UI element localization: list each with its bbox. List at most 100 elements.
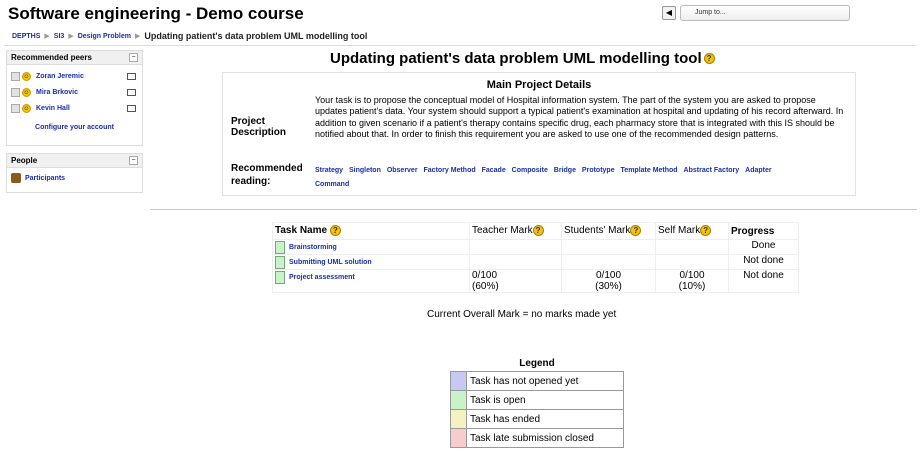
- header-teacher-mark: Teacher Mark?: [469, 222, 562, 240]
- header-students-mark: Students' Mark?: [561, 222, 656, 240]
- students-mark-cell: [561, 239, 656, 255]
- task-link[interactable]: Brainstorming: [289, 244, 337, 251]
- project-details: Main Project Details Project Description…: [222, 72, 856, 196]
- peer-link[interactable]: Zoran Jeremic: [36, 73, 127, 80]
- jump-select[interactable]: Jump to...: [680, 5, 850, 21]
- task-status-swatch: [275, 270, 285, 284]
- peer-item: ☺ Kevin Hall: [7, 100, 142, 116]
- mail-icon[interactable]: [127, 88, 136, 96]
- block-header: People −: [7, 154, 142, 168]
- help-icon[interactable]: ?: [700, 225, 712, 237]
- breadcrumb-separator-icon: ▶: [135, 33, 141, 40]
- table-row: Brainstorming Done: [272, 239, 799, 255]
- participants-label[interactable]: Participants: [25, 175, 65, 182]
- reading-label-line1: Recommended: [231, 163, 303, 174]
- smiley-icon: ☺: [22, 71, 31, 81]
- project-description: Your task is to propose the conceptual m…: [315, 95, 844, 140]
- block-header: Recommended peers −: [7, 51, 142, 65]
- legend-swatch: [450, 390, 467, 410]
- task-status-swatch: [275, 240, 285, 254]
- reading-link[interactable]: Singleton: [349, 167, 381, 174]
- recommended-reading: Strategy Singleton Observer Factory Meth…: [315, 164, 795, 192]
- participants-icon: [11, 173, 21, 183]
- reading-link[interactable]: Prototype: [582, 167, 615, 174]
- header-teacher-mark-label: Teacher Mark: [472, 225, 533, 237]
- course-title: Software engineering - Demo course: [8, 4, 304, 23]
- reading-link[interactable]: Strategy: [315, 167, 343, 174]
- mark-weight: (10%): [678, 281, 706, 292]
- collapse-icon[interactable]: −: [129, 156, 138, 165]
- legend-row: Task is open: [450, 390, 624, 410]
- description-label: Project Description: [231, 116, 286, 138]
- overall-mark: Current Overall Mark = no marks made yet: [427, 309, 617, 320]
- mark-value: 0/100: [595, 270, 622, 281]
- breadcrumb-current: Updating patient's data problem UML mode…: [144, 31, 368, 41]
- reading-link[interactable]: Adapter: [745, 167, 771, 174]
- legend-label: Task late submission closed: [466, 428, 624, 448]
- self-mark-cell: [655, 239, 729, 255]
- jump-back-icon[interactable]: ◀: [662, 6, 676, 20]
- checkbox-icon[interactable]: [11, 71, 20, 81]
- header-task-name-label: Task Name: [275, 225, 328, 237]
- reading-link[interactable]: Command: [315, 181, 349, 188]
- details-heading: Main Project Details: [486, 79, 592, 91]
- peer-link[interactable]: Kevin Hall: [36, 105, 127, 112]
- reading-label: Recommended reading:: [231, 162, 303, 188]
- legend-label: Task has not opened yet: [466, 371, 624, 391]
- breadcrumb-design-problem[interactable]: Design Problem: [78, 33, 131, 40]
- reading-link[interactable]: Factory Method: [424, 167, 476, 174]
- breadcrumb-si3[interactable]: SI3: [54, 33, 65, 40]
- table-row: Submitting UML solution Not done: [272, 254, 799, 270]
- checkbox-icon[interactable]: [11, 87, 20, 97]
- header-task-name: Task Name ?: [272, 222, 470, 240]
- collapse-icon[interactable]: −: [129, 53, 138, 62]
- reading-link[interactable]: Abstract Factory: [684, 167, 740, 174]
- self-mark-cell: 0/100 (10%): [655, 269, 729, 293]
- teacher-mark-cell: [469, 254, 562, 270]
- legend-row: Task has ended: [450, 409, 624, 429]
- mail-icon[interactable]: [127, 104, 136, 112]
- block-title: Recommended peers: [11, 53, 92, 62]
- section-divider: [150, 209, 917, 210]
- jump-menu[interactable]: ◀ Jump to...: [662, 5, 850, 21]
- progress-cell: Not done: [728, 269, 799, 293]
- page-title-text: Updating patient's data problem UML mode…: [330, 50, 702, 67]
- help-icon[interactable]: ?: [532, 225, 544, 237]
- breadcrumb-separator-icon: ▶: [44, 33, 50, 40]
- participants-link[interactable]: Participants: [7, 168, 142, 188]
- checkbox-icon[interactable]: [11, 103, 20, 113]
- people-block: People − Participants: [6, 153, 143, 193]
- breadcrumb-depths[interactable]: DEPTHS: [12, 33, 40, 40]
- task-name-cell: Project assessment: [272, 269, 470, 293]
- peer-item: ☺ Mira Brkovic: [7, 84, 142, 100]
- block-title: People: [11, 156, 38, 165]
- teacher-mark-cell: 0/100 (60%): [469, 269, 562, 293]
- task-link[interactable]: Submitting UML solution: [289, 259, 372, 266]
- mark-value: 0/100: [472, 270, 498, 281]
- teacher-mark-cell: [469, 239, 562, 255]
- task-name-cell: Brainstorming: [272, 239, 470, 255]
- peer-link[interactable]: Mira Brkovic: [36, 89, 127, 96]
- mail-icon[interactable]: [127, 72, 136, 80]
- reading-link[interactable]: Facade: [482, 167, 506, 174]
- table-header-row: Task Name ? Teacher Mark? Students' Mark…: [272, 222, 799, 240]
- reading-label-line2: reading:: [231, 176, 271, 187]
- reading-link[interactable]: Bridge: [554, 167, 576, 174]
- configure-account-link[interactable]: Configure your account: [7, 116, 142, 137]
- help-icon[interactable]: ?: [329, 225, 341, 237]
- page-title: Updating patient's data problem UML mode…: [330, 50, 715, 67]
- reading-link[interactable]: Observer: [387, 167, 418, 174]
- smiley-icon: ☺: [22, 87, 31, 97]
- recommended-peers-block: Recommended peers − ☺ Zoran Jeremic ☺ Mi…: [6, 50, 143, 146]
- legend: Legend Task has not opened yet Task is o…: [450, 358, 624, 448]
- reading-link[interactable]: Composite: [512, 167, 548, 174]
- table-row: Project assessment 0/100 (60%) 0/100 (30%)…: [272, 269, 799, 293]
- help-icon[interactable]: ?: [703, 53, 715, 64]
- help-icon[interactable]: ?: [630, 225, 642, 237]
- breadcrumb: DEPTHS ▶ SI3 ▶ Design Problem ▶ Updating…: [12, 29, 367, 43]
- reading-link[interactable]: Template Method: [621, 167, 678, 174]
- task-link[interactable]: Project assessment: [289, 274, 355, 281]
- nav-divider: [4, 45, 917, 46]
- smiley-icon: ☺: [22, 103, 31, 113]
- tasks-table: Task Name ? Teacher Mark? Students' Mark…: [272, 222, 799, 293]
